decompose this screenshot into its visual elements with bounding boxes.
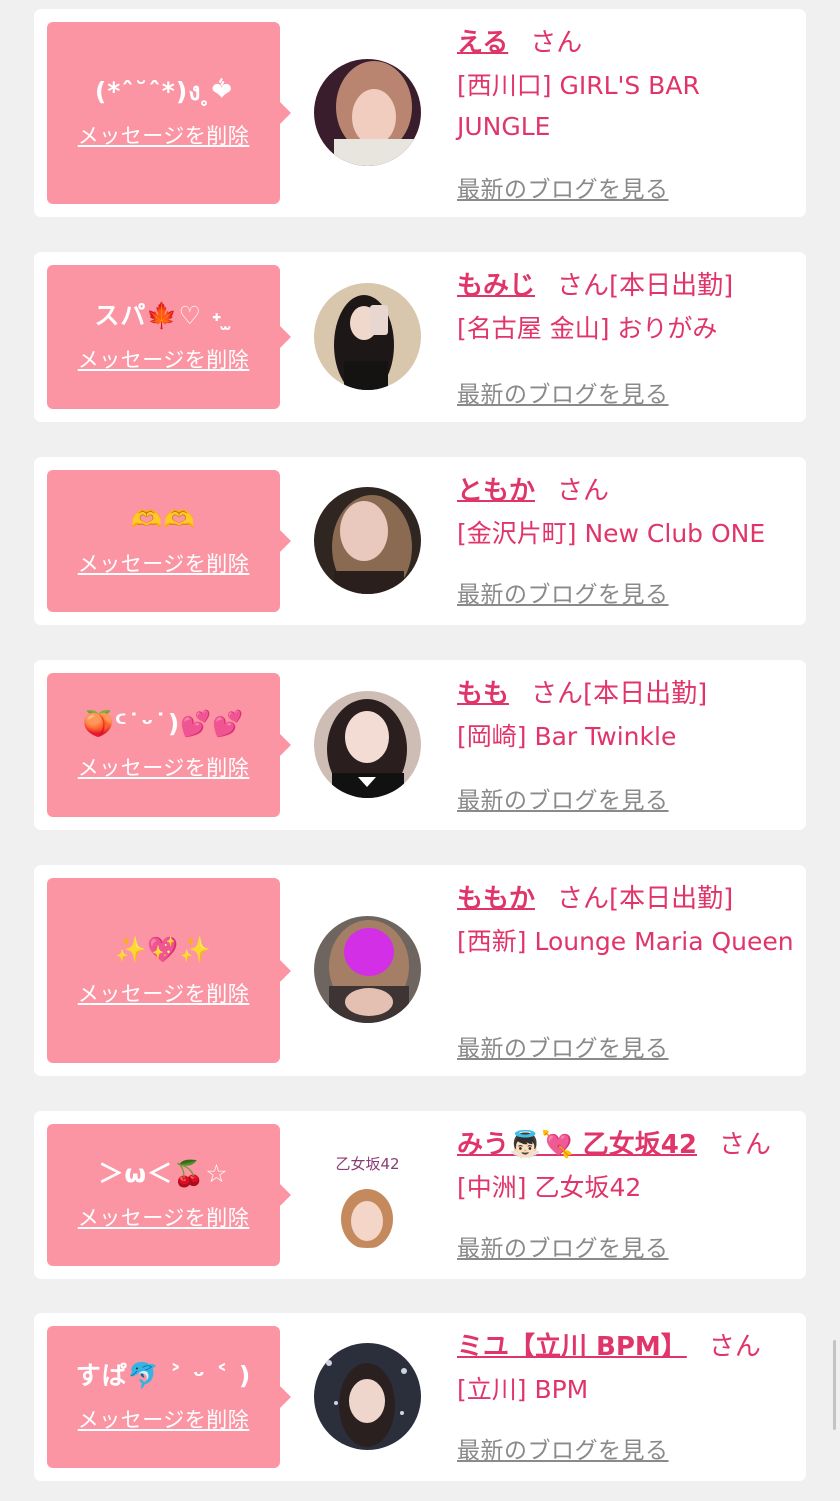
message-bubble: ✨💖✨ メッセージを削除 xyxy=(47,878,291,1063)
message-bubble: 🍑ᑦ˙ᵕ˙)💕💕 メッセージを削除 xyxy=(47,673,291,817)
message-text: 🫶🫶 xyxy=(131,505,196,534)
name-line: ミユ【立川 BPM】 さん xyxy=(457,1329,797,1365)
name-line: える さん xyxy=(457,25,797,61)
cast-info: みう👼🏻💘 乙女坂42 さん [中洲] 乙女坂42 xyxy=(457,1127,797,1208)
cast-name-link[interactable]: ももか xyxy=(457,884,535,914)
cast-name-link[interactable]: ともか xyxy=(457,476,535,506)
name-line: みう👼🏻💘 乙女坂42 さん xyxy=(457,1127,797,1163)
attendance-badge: [本日出勤] xyxy=(609,884,734,914)
avatar-caption: 乙女坂42 xyxy=(335,1155,400,1173)
message-bubble: (*ˆ˘ˆ*)ง ̥ܵ❤ メッセージを削除 xyxy=(47,22,291,204)
cast-name-link[interactable]: もみじ xyxy=(457,271,535,301)
avatar[interactable]: 乙女坂42 xyxy=(314,1141,421,1248)
message-card: ✨💖✨ メッセージを削除 ももか さん[本日出勤] [西新] Lounge Mar… xyxy=(34,865,806,1076)
name-line: ももか さん[本日出勤] xyxy=(457,881,797,917)
latest-blog-link[interactable]: 最新のブログを見る xyxy=(457,1431,669,1465)
message-bubble: 🫶🫶 メッセージを削除 xyxy=(47,470,291,612)
attendance-badge: [本日出勤] xyxy=(609,271,734,301)
honorific: さん xyxy=(718,1130,771,1160)
message-card: (*ˆ˘ˆ*)ง ̥ܵ❤ メッセージを削除 える さん [西川口] GIRL'S … xyxy=(34,9,806,217)
cast-name-link[interactable]: ミユ【立川 BPM】 xyxy=(457,1332,687,1362)
shop-name: [名古屋 金山] おりがみ xyxy=(457,314,718,343)
latest-blog-link[interactable]: 最新のブログを見る xyxy=(457,781,669,815)
message-bubble: すぱ🐬 ˃ ᵕ ˂ ) メッセージを削除 xyxy=(47,1326,291,1468)
message-bubble: ＞ω＜🍒☆ メッセージを削除 xyxy=(47,1124,291,1266)
honorific: さん xyxy=(708,1332,761,1362)
delete-message-link[interactable]: メッセージを削除 xyxy=(78,752,250,782)
avatar[interactable] xyxy=(314,691,421,798)
message-card: スパ🍁♡ ˖ ̫ メッセージを削除 もみじ さん[本日出勤] [名古屋 金山] お… xyxy=(34,252,806,422)
delete-message-link[interactable]: メッセージを削除 xyxy=(78,1404,250,1434)
avatar[interactable] xyxy=(314,916,421,1023)
latest-blog-link[interactable]: 最新のブログを見る xyxy=(457,575,669,609)
name-line: ともか さん xyxy=(457,473,797,509)
avatar[interactable] xyxy=(314,1343,421,1450)
latest-blog-link[interactable]: 最新のブログを見る xyxy=(457,1229,669,1263)
delete-message-link[interactable]: メッセージを削除 xyxy=(78,344,250,374)
honorific: さん xyxy=(530,28,583,58)
shop-name: [中洲] 乙女坂42 xyxy=(457,1173,642,1202)
honorific: さん xyxy=(557,271,610,301)
message-card: ＞ω＜🍒☆ メッセージを削除 乙女坂42 みう👼🏻💘 乙女坂42 さん [中洲] … xyxy=(34,1111,806,1279)
cast-info: ももか さん[本日出勤] [西新] Lounge Maria Queen xyxy=(457,881,797,962)
message-card: 🫶🫶 メッセージを削除 ともか さん [金沢片町] New Club ONE 最新… xyxy=(34,457,806,625)
cast-name-link[interactable]: もも xyxy=(457,679,509,709)
scrollbar-thumb[interactable] xyxy=(833,1340,836,1430)
message-text: スパ🍁♡ ˖ ̫ xyxy=(94,301,233,330)
honorific: さん xyxy=(557,884,610,914)
shop-name: [金沢片町] New Club ONE xyxy=(457,519,766,548)
delete-message-link[interactable]: メッセージを削除 xyxy=(78,1202,250,1232)
message-text: すぱ🐬 ˃ ᵕ ˂ ) xyxy=(75,1361,252,1390)
delete-message-link[interactable]: メッセージを削除 xyxy=(78,548,250,578)
avatar[interactable] xyxy=(314,59,421,166)
avatar[interactable] xyxy=(314,283,421,390)
delete-message-link[interactable]: メッセージを削除 xyxy=(78,120,250,150)
honorific: さん xyxy=(557,476,610,506)
message-text: (*ˆ˘ˆ*)ง ̥ܵ❤ xyxy=(94,77,233,106)
message-card: 🍑ᑦ˙ᵕ˙)💕💕 メッセージを削除 もも さん[本日出勤] [岡崎] Bar Tw… xyxy=(34,660,806,830)
latest-blog-link[interactable]: 最新のブログを見る xyxy=(457,375,669,409)
cast-name-link[interactable]: える xyxy=(457,28,508,58)
cast-info: もも さん[本日出勤] [岡崎] Bar Twinkle xyxy=(457,676,797,757)
attendance-badge: [本日出勤] xyxy=(583,679,708,709)
name-line: もみじ さん[本日出勤] xyxy=(457,268,797,304)
cast-info: ともか さん [金沢片町] New Club ONE xyxy=(457,473,797,554)
shop-name: [西新] Lounge Maria Queen xyxy=(457,927,794,956)
message-text: ✨💖✨ xyxy=(115,934,212,964)
message-text: ＞ω＜🍒☆ xyxy=(98,1159,229,1188)
latest-blog-link[interactable]: 最新のブログを見る xyxy=(457,170,669,204)
cast-info: もみじ さん[本日出勤] [名古屋 金山] おりがみ xyxy=(457,268,797,349)
shop-name: [岡崎] Bar Twinkle xyxy=(457,722,677,751)
shop-name: [西川口] GIRL'S BAR JUNGLE xyxy=(457,71,700,141)
honorific: さん xyxy=(531,679,584,709)
message-text: 🍑ᑦ˙ᵕ˙)💕💕 xyxy=(82,709,245,738)
message-card: すぱ🐬 ˃ ᵕ ˂ ) メッセージを削除 ミユ【立川 BPM】 さん [立川] B… xyxy=(34,1313,806,1481)
cast-info: ミユ【立川 BPM】 さん [立川] BPM xyxy=(457,1329,797,1410)
message-bubble: スパ🍁♡ ˖ ̫ メッセージを削除 xyxy=(47,265,291,409)
delete-message-link[interactable]: メッセージを削除 xyxy=(78,978,250,1008)
shop-name: [立川] BPM xyxy=(457,1375,589,1404)
cast-name-link[interactable]: みう👼🏻💘 乙女坂42 xyxy=(457,1130,697,1160)
latest-blog-link[interactable]: 最新のブログを見る xyxy=(457,1029,669,1063)
cast-info: える さん [西川口] GIRL'S BAR JUNGLE xyxy=(457,25,797,147)
avatar[interactable] xyxy=(314,487,421,594)
name-line: もも さん[本日出勤] xyxy=(457,676,797,712)
